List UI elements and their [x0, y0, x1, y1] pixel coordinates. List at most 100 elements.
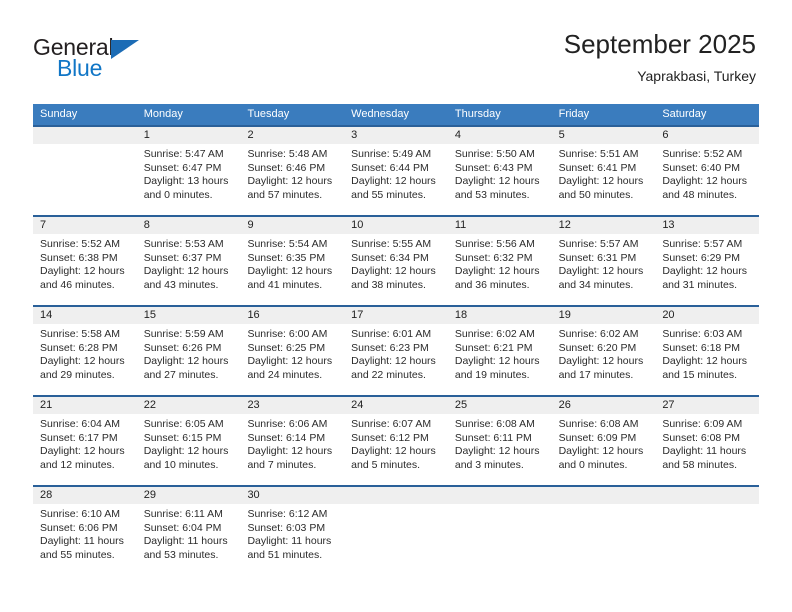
calendar-day-cell[interactable]: 25 Sunrise: 6:08 AM Sunset: 6:11 PM Dayl…: [447, 397, 552, 485]
day-details: Sunrise: 5:55 AM Sunset: 6:34 PM Dayligh…: [344, 234, 448, 292]
sunset-text: Sunset: 6:34 PM: [351, 251, 429, 264]
calendar-day-cell[interactable]: [655, 487, 760, 575]
daylight-text-line1: Daylight: 12 hours: [247, 355, 333, 368]
sunset-text: Sunset: 6:26 PM: [143, 341, 222, 354]
calendar-week-row: 28 Sunrise: 6:10 AM Sunset: 6:06 PM Dayl…: [33, 485, 760, 575]
calendar-day-cell[interactable]: 29 Sunrise: 6:11 AM Sunset: 6:04 PM Dayl…: [136, 487, 241, 575]
day-details: Sunrise: 5:53 AM Sunset: 6:37 PM Dayligh…: [137, 234, 241, 292]
calendar-day-cell[interactable]: [551, 487, 656, 575]
daylight-text-line2: and 55 minutes.: [40, 548, 115, 561]
sunset-text: Sunset: 6:04 PM: [143, 521, 222, 534]
daylight-text-line2: and 27 minutes.: [143, 368, 219, 381]
sunset-text: Sunset: 6:11 PM: [454, 431, 532, 444]
day-number: 3: [344, 127, 448, 144]
calendar-day-cell[interactable]: 3 Sunrise: 5:49 AM Sunset: 6:44 PM Dayli…: [344, 127, 448, 215]
calendar-day-cell[interactable]: 16 Sunrise: 6:00 AM Sunset: 6:25 PM Dayl…: [240, 307, 345, 395]
calendar-day-cell[interactable]: 5 Sunrise: 5:51 AM Sunset: 6:41 PM Dayli…: [551, 127, 656, 215]
calendar-day-cell[interactable]: 15 Sunrise: 5:59 AM Sunset: 6:26 PM Dayl…: [136, 307, 241, 395]
daylight-text-line2: and 0 minutes.: [143, 188, 213, 201]
calendar-day-cell[interactable]: 24 Sunrise: 6:07 AM Sunset: 6:12 PM Dayl…: [344, 397, 448, 485]
sunrise-text: Sunrise: 5:49 AM: [351, 148, 432, 160]
sunrise-text: Sunrise: 6:02 AM: [454, 328, 535, 340]
daylight-text-line1: Daylight: 12 hours: [143, 445, 229, 458]
calendar-day-cell[interactable]: 7 Sunrise: 5:52 AM Sunset: 6:38 PM Dayli…: [33, 217, 137, 305]
calendar-week-row: 21 Sunrise: 6:04 AM Sunset: 6:17 PM Dayl…: [33, 395, 760, 485]
sunset-text: Sunset: 6:31 PM: [558, 251, 637, 264]
day-number: 1: [136, 127, 241, 144]
day-number: 26: [551, 397, 656, 414]
calendar-day-cell[interactable]: 9 Sunrise: 5:54 AM Sunset: 6:35 PM Dayli…: [240, 217, 345, 305]
calendar-day-cell[interactable]: 2 Sunrise: 5:48 AM Sunset: 6:46 PM Dayli…: [240, 127, 345, 215]
day-number: 11: [447, 217, 552, 234]
sunrise-text: Sunrise: 5:54 AM: [247, 238, 328, 250]
calendar-day-cell[interactable]: 28 Sunrise: 6:10 AM Sunset: 6:06 PM Dayl…: [33, 487, 137, 575]
day-details: Sunrise: 6:04 AM Sunset: 6:17 PM Dayligh…: [33, 414, 137, 472]
calendar-day-cell[interactable]: 11 Sunrise: 5:56 AM Sunset: 6:32 PM Dayl…: [447, 217, 552, 305]
daylight-text-line1: Daylight: 12 hours: [558, 265, 644, 278]
day-number: 16: [240, 307, 345, 324]
calendar-day-cell[interactable]: 26 Sunrise: 6:08 AM Sunset: 6:09 PM Dayl…: [551, 397, 656, 485]
sunset-text: Sunset: 6:46 PM: [247, 161, 326, 174]
daylight-text-line2: and 7 minutes.: [247, 458, 317, 471]
calendar-day-cell[interactable]: 17 Sunrise: 6:01 AM Sunset: 6:23 PM Dayl…: [344, 307, 448, 395]
calendar-day-cell[interactable]: 19 Sunrise: 6:02 AM Sunset: 6:20 PM Dayl…: [551, 307, 656, 395]
sunrise-text: Sunrise: 5:52 AM: [40, 238, 120, 250]
daylight-text-line2: and 31 minutes.: [662, 278, 738, 291]
sunrise-text: Sunrise: 6:08 AM: [558, 418, 639, 430]
daylight-text-line2: and 12 minutes.: [40, 458, 115, 471]
page-title: September 2025: [563, 29, 756, 59]
daylight-text-line1: Daylight: 12 hours: [40, 355, 125, 368]
calendar-day-cell[interactable]: [344, 487, 448, 575]
sunset-text: Sunset: 6:03 PM: [247, 521, 326, 534]
day-number: 6: [655, 127, 760, 144]
calendar-day-cell[interactable]: [33, 127, 137, 215]
day-number: 9: [240, 217, 345, 234]
calendar-day-cell[interactable]: 8 Sunrise: 5:53 AM Sunset: 6:37 PM Dayli…: [136, 217, 241, 305]
day-number: 23: [240, 397, 345, 414]
calendar-day-cell[interactable]: 23 Sunrise: 6:06 AM Sunset: 6:14 PM Dayl…: [240, 397, 345, 485]
calendar-day-cell[interactable]: 20 Sunrise: 6:03 AM Sunset: 6:18 PM Dayl…: [655, 307, 760, 395]
day-number: 21: [33, 397, 137, 414]
calendar-day-cell[interactable]: 18 Sunrise: 6:02 AM Sunset: 6:21 PM Dayl…: [447, 307, 552, 395]
weekday-header-sunday: Sunday: [40, 108, 78, 120]
daylight-text-line2: and 48 minutes.: [662, 188, 738, 201]
day-details: Sunrise: 6:09 AM Sunset: 6:08 PM Dayligh…: [655, 414, 759, 472]
calendar-day-cell[interactable]: 13 Sunrise: 5:57 AM Sunset: 6:29 PM Dayl…: [655, 217, 760, 305]
calendar-day-cell[interactable]: 4 Sunrise: 5:50 AM Sunset: 6:43 PM Dayli…: [447, 127, 552, 215]
sunrise-text: Sunrise: 5:50 AM: [454, 148, 535, 160]
day-details: [552, 504, 656, 508]
calendar-day-cell[interactable]: 6 Sunrise: 5:52 AM Sunset: 6:40 PM Dayli…: [655, 127, 760, 215]
daylight-text-line1: Daylight: 12 hours: [40, 265, 125, 278]
calendar-day-cell[interactable]: 27 Sunrise: 6:09 AM Sunset: 6:08 PM Dayl…: [655, 397, 760, 485]
day-number: 22: [136, 397, 241, 414]
calendar-day-cell[interactable]: 1 Sunrise: 5:47 AM Sunset: 6:47 PM Dayli…: [136, 127, 241, 215]
calendar-day-cell[interactable]: 21 Sunrise: 6:04 AM Sunset: 6:17 PM Dayl…: [33, 397, 137, 485]
calendar-day-cell[interactable]: [447, 487, 552, 575]
day-details: Sunrise: 6:05 AM Sunset: 6:15 PM Dayligh…: [137, 414, 241, 472]
calendar-day-cell[interactable]: 14 Sunrise: 5:58 AM Sunset: 6:28 PM Dayl…: [33, 307, 137, 395]
calendar-day-cell[interactable]: 22 Sunrise: 6:05 AM Sunset: 6:15 PM Dayl…: [136, 397, 241, 485]
calendar-day-cell[interactable]: 10 Sunrise: 5:55 AM Sunset: 6:34 PM Dayl…: [344, 217, 448, 305]
sunrise-text: Sunrise: 6:12 AM: [247, 508, 328, 520]
title-block: September 2025 Yaprakbasi, Turkey: [564, 28, 756, 86]
daylight-text-line1: Daylight: 12 hours: [558, 355, 644, 368]
sunrise-text: Sunrise: 5:48 AM: [247, 148, 328, 160]
day-number: 4: [447, 127, 552, 144]
day-details: [448, 504, 552, 508]
daylight-text-line2: and 46 minutes.: [40, 278, 115, 291]
day-details: [344, 504, 448, 508]
sunset-text: Sunset: 6:41 PM: [558, 161, 637, 174]
sunrise-text: Sunrise: 6:01 AM: [351, 328, 432, 340]
sunrise-text: Sunrise: 5:59 AM: [143, 328, 224, 340]
sunrise-text: Sunrise: 6:05 AM: [143, 418, 224, 430]
sunset-text: Sunset: 6:47 PM: [143, 161, 222, 174]
sunset-text: Sunset: 6:06 PM: [40, 521, 118, 534]
calendar-day-cell[interactable]: 30 Sunrise: 6:12 AM Sunset: 6:03 PM Dayl…: [240, 487, 345, 575]
calendar-day-cell[interactable]: 12 Sunrise: 5:57 AM Sunset: 6:31 PM Dayl…: [551, 217, 656, 305]
day-details: Sunrise: 6:08 AM Sunset: 6:09 PM Dayligh…: [552, 414, 656, 472]
daylight-text-line1: Daylight: 12 hours: [454, 445, 540, 458]
daylight-text-line2: and 53 minutes.: [143, 548, 219, 561]
day-details: Sunrise: 5:50 AM Sunset: 6:43 PM Dayligh…: [448, 144, 552, 202]
weekday-header-thursday: Thursday: [454, 108, 501, 120]
day-details: Sunrise: 5:59 AM Sunset: 6:26 PM Dayligh…: [137, 324, 241, 382]
